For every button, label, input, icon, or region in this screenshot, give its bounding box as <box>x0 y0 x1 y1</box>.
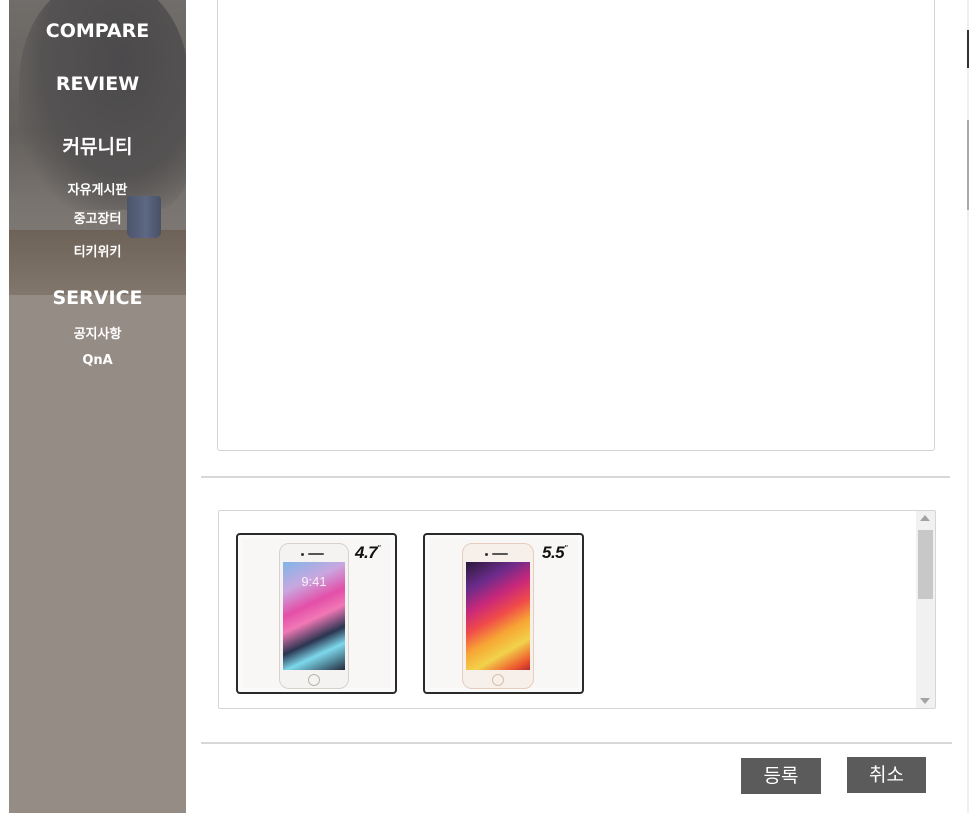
nav-compare[interactable]: COMPARE <box>9 20 186 42</box>
lock-screen-time: 9:41 <box>301 574 327 589</box>
attachment-scrollbar[interactable] <box>916 511 935 708</box>
nav-community[interactable]: 커뮤니티 <box>9 132 186 159</box>
size-label: 5.5" <box>542 543 567 562</box>
scroll-thumb[interactable] <box>918 530 933 599</box>
page-edge-mark <box>967 120 969 210</box>
content-editor[interactable] <box>217 0 935 451</box>
nav-notice[interactable]: 공지사항 <box>9 323 186 342</box>
nav-free-board[interactable]: 자유게시판 <box>9 179 186 198</box>
phone-gold-image <box>462 543 534 689</box>
nav-service[interactable]: SERVICE <box>9 287 186 309</box>
sidebar: COMPARE REVIEW 커뮤니티 자유게시판 중고장터 티키위키 SERV… <box>9 0 186 813</box>
page-edge-mark <box>967 30 969 68</box>
cancel-button[interactable]: 취소 <box>847 757 926 793</box>
divider-bottom <box>201 742 952 744</box>
phone-silver-image: 9:41 <box>279 543 349 689</box>
attachment-preview-box: 9:41 4.7" 5.5" <box>218 510 936 709</box>
nav-tiki-wiki[interactable]: 티키위키 <box>9 241 186 260</box>
attachment-image-1[interactable]: 9:41 4.7" <box>236 533 397 694</box>
nav-review[interactable]: REVIEW <box>9 73 186 95</box>
submit-button[interactable]: 등록 <box>741 758 821 794</box>
divider-top <box>201 476 950 478</box>
nav-used-market[interactable]: 중고장터 <box>9 208 186 227</box>
attachment-image-2[interactable]: 5.5" <box>423 533 584 694</box>
nav-qna[interactable]: QnA <box>9 353 186 368</box>
scroll-up-arrow-icon[interactable] <box>920 515 930 521</box>
size-label: 4.7" <box>355 543 380 562</box>
scroll-down-arrow-icon[interactable] <box>920 698 930 704</box>
